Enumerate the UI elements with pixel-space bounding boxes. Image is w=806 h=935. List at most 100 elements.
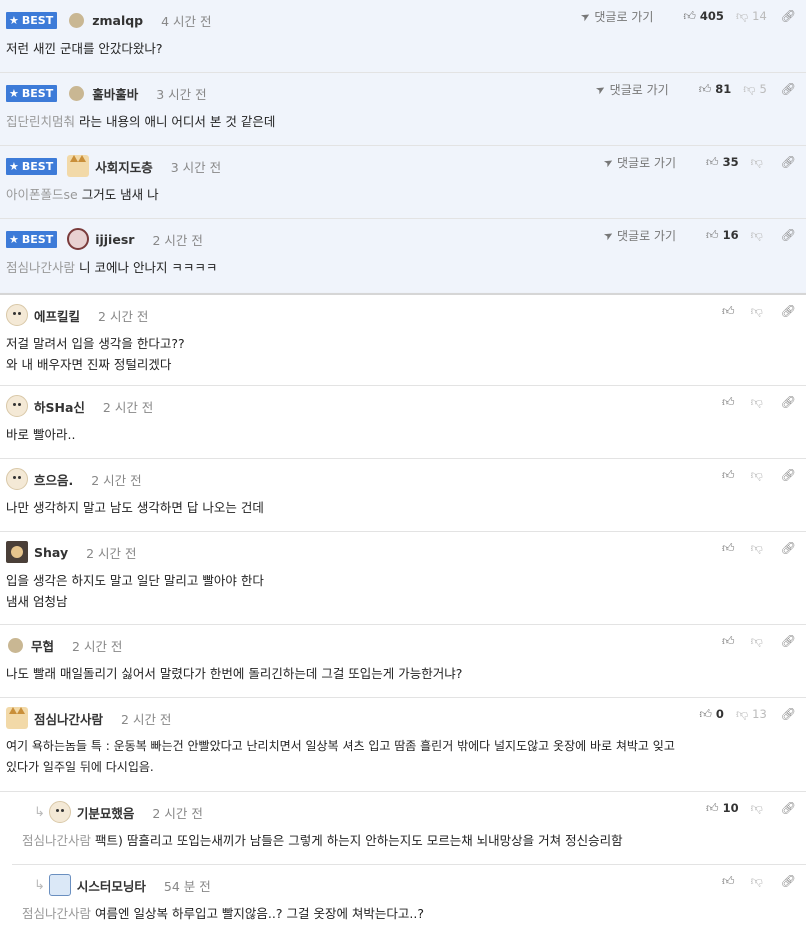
avatar[interactable] xyxy=(8,637,23,653)
nickname[interactable]: 점심나간사람 xyxy=(34,709,103,728)
avatar[interactable] xyxy=(69,12,85,28)
thumbs-up-icon: 👍︎ xyxy=(722,467,735,482)
goto-comment-link[interactable]: ➤ 댓글로 가기 xyxy=(579,8,654,25)
upvote-button[interactable]: 👍︎ 405 xyxy=(683,9,724,24)
mention[interactable]: 아이폰폴드se xyxy=(6,187,78,202)
link-icon[interactable]: 🔗︎ xyxy=(781,468,796,482)
mention[interactable]: 점심나간사람 xyxy=(6,260,75,275)
avatar[interactable] xyxy=(48,801,71,823)
nickname[interactable]: 훌바훌바 xyxy=(92,84,138,103)
nickname[interactable]: 기분묘했음 xyxy=(77,803,135,822)
comment-header: Shay 2 시간 전 xyxy=(6,541,137,563)
comment-text: 바로 빨아라.. xyxy=(6,427,76,442)
goto-comment-link[interactable]: ➤ 댓글로 가기 xyxy=(601,154,676,171)
upvote-button[interactable]: 👍︎ 81 xyxy=(699,82,732,97)
comment-actions: 👍︎ 👎︎ 🔗︎ xyxy=(710,466,796,484)
paper-plane-icon: ➤ xyxy=(601,154,616,170)
link-icon[interactable]: 🔗︎ xyxy=(781,707,796,721)
link-icon[interactable]: 🔗︎ xyxy=(781,228,796,242)
link-icon[interactable]: 🔗︎ xyxy=(781,395,796,409)
comment-header: 무협 2 시간 전 xyxy=(6,635,122,655)
downvote-button[interactable]: 👎︎ 13 xyxy=(736,707,767,722)
avatar[interactable] xyxy=(6,395,28,417)
downvote-button[interactable]: 👎︎ xyxy=(751,304,767,319)
nickname[interactable]: 에프킬킬 xyxy=(34,306,80,325)
downvote-button[interactable]: 👎︎ xyxy=(751,155,767,170)
avatar[interactable] xyxy=(6,304,28,326)
comment-actions: ➤ 댓글로 가기 👍︎ 81 👎︎ 5 🔗︎ xyxy=(594,80,796,98)
upvote-button[interactable]: 👍︎ xyxy=(722,304,739,319)
best-badge: ★ BEST xyxy=(6,84,58,102)
downvote-button[interactable]: 👎︎ xyxy=(751,874,767,889)
comment-header: ↳ 시스터모닝타 54 분 전 xyxy=(34,874,211,896)
nickname[interactable]: 시스터모닝타 xyxy=(77,876,146,895)
nickname[interactable]: 하SHa신 xyxy=(34,397,85,416)
nickname[interactable]: 무협 xyxy=(31,636,54,655)
link-icon[interactable]: 🔗︎ xyxy=(781,874,796,888)
comment-actions: 👍︎ 👎︎ 🔗︎ xyxy=(710,632,796,650)
best-badge-label: BEST xyxy=(21,159,54,173)
link-icon[interactable]: 🔗︎ xyxy=(781,9,796,23)
avatar[interactable] xyxy=(48,874,71,896)
downvote-button[interactable]: 👎︎ 5 xyxy=(743,82,767,97)
avatar[interactable] xyxy=(6,707,28,729)
upvote-button[interactable]: 👍︎ 35 xyxy=(706,155,739,170)
comment-list: ★ BEST zmalqp 4 시간 전 ➤ 댓글로 가기 👍︎ 405 👎︎ 14 🔗… xyxy=(0,0,806,935)
upvote-button[interactable]: 👍︎ xyxy=(722,874,739,889)
upvote-button[interactable]: 👍︎ xyxy=(722,468,739,483)
timestamp: 3 시간 전 xyxy=(156,86,207,102)
thumbs-down-icon: 👎︎ xyxy=(750,394,763,409)
nickname[interactable]: zmalqp xyxy=(92,13,143,28)
downvote-button[interactable]: 👎︎ xyxy=(751,541,767,556)
goto-comment-link[interactable]: ➤ 댓글로 가기 xyxy=(594,81,669,98)
avatar[interactable] xyxy=(69,85,85,101)
downvote-button[interactable]: 👎︎ xyxy=(751,228,767,243)
link-icon[interactable]: 🔗︎ xyxy=(781,82,796,96)
nickname[interactable]: 사회지도층 xyxy=(95,157,153,176)
avatar[interactable] xyxy=(67,228,90,250)
link-icon[interactable]: 🔗︎ xyxy=(781,155,796,169)
link-icon[interactable]: 🔗︎ xyxy=(781,304,796,318)
mention[interactable]: 점심나간사람 xyxy=(22,833,91,848)
upvote-count: 10 xyxy=(722,801,739,815)
thumbs-up-icon: 👍︎ xyxy=(698,81,712,96)
link-icon[interactable]: 🔗︎ xyxy=(781,634,796,648)
downvote-button[interactable]: 👎︎ xyxy=(751,468,767,483)
nickname[interactable]: Shay xyxy=(34,545,68,560)
upvote-button[interactable]: 👍︎ 16 xyxy=(706,228,739,243)
timestamp: 2 시간 전 xyxy=(152,805,203,821)
avatar[interactable] xyxy=(6,468,28,490)
downvote-count: 5 xyxy=(759,82,767,96)
comment-text: 입을 생각은 하지도 말고 일단 말리고 빨아야 한다 xyxy=(6,573,264,588)
mention[interactable]: 집단린치멈춰 xyxy=(6,114,75,129)
upvote-button[interactable]: 👍︎ xyxy=(722,634,739,649)
nickname[interactable]: ijjiesr xyxy=(95,232,134,247)
comment-body: 저걸 말려서 입을 생각을 한다고?? 와 내 배우자면 진짜 정털리겠다 xyxy=(6,333,796,375)
nickname[interactable]: 흐으음. xyxy=(34,470,73,489)
mention[interactable]: 점심나간사람 xyxy=(22,906,91,921)
upvote-button[interactable]: 👍︎ 0 xyxy=(699,707,724,722)
thumbs-down-icon: 👎︎ xyxy=(750,154,763,169)
downvote-button[interactable]: 👎︎ xyxy=(751,395,767,410)
comment: 하SHa신 2 시간 전 👍︎ 👎︎ 🔗︎ 바로 빨아라.. xyxy=(0,386,806,459)
comment-text: 니 코에나 안나지 ㅋㅋㅋㅋ xyxy=(79,260,218,275)
timestamp: 2 시간 전 xyxy=(102,399,154,415)
thumbs-up-icon: 👍︎ xyxy=(722,303,735,318)
thumbs-down-icon: 👎︎ xyxy=(750,227,763,242)
downvote-button[interactable]: 👎︎ xyxy=(751,634,767,649)
avatar[interactable] xyxy=(67,155,90,177)
goto-comment-link[interactable]: ➤ 댓글로 가기 xyxy=(601,227,676,244)
comment-text: 나도 빨래 매일돌리기 싫어서 말렸다가 한번에 돌리긴하는데 그걸 또입는게 … xyxy=(6,666,463,681)
downvote-button[interactable]: 👎︎ xyxy=(751,801,767,816)
star-icon: ★ xyxy=(9,13,19,27)
downvote-button[interactable]: 👎︎ 14 xyxy=(736,9,767,24)
upvote-count: 405 xyxy=(699,9,724,23)
link-icon[interactable]: 🔗︎ xyxy=(781,801,796,815)
timestamp: 3 시간 전 xyxy=(170,159,222,175)
upvote-button[interactable]: 👍︎ 10 xyxy=(706,801,739,816)
link-icon[interactable]: 🔗︎ xyxy=(781,541,796,555)
thumbs-up-icon: 👍︎ xyxy=(706,154,719,169)
upvote-button[interactable]: 👍︎ xyxy=(722,541,739,556)
upvote-button[interactable]: 👍︎ xyxy=(722,395,739,410)
avatar[interactable] xyxy=(6,541,28,563)
